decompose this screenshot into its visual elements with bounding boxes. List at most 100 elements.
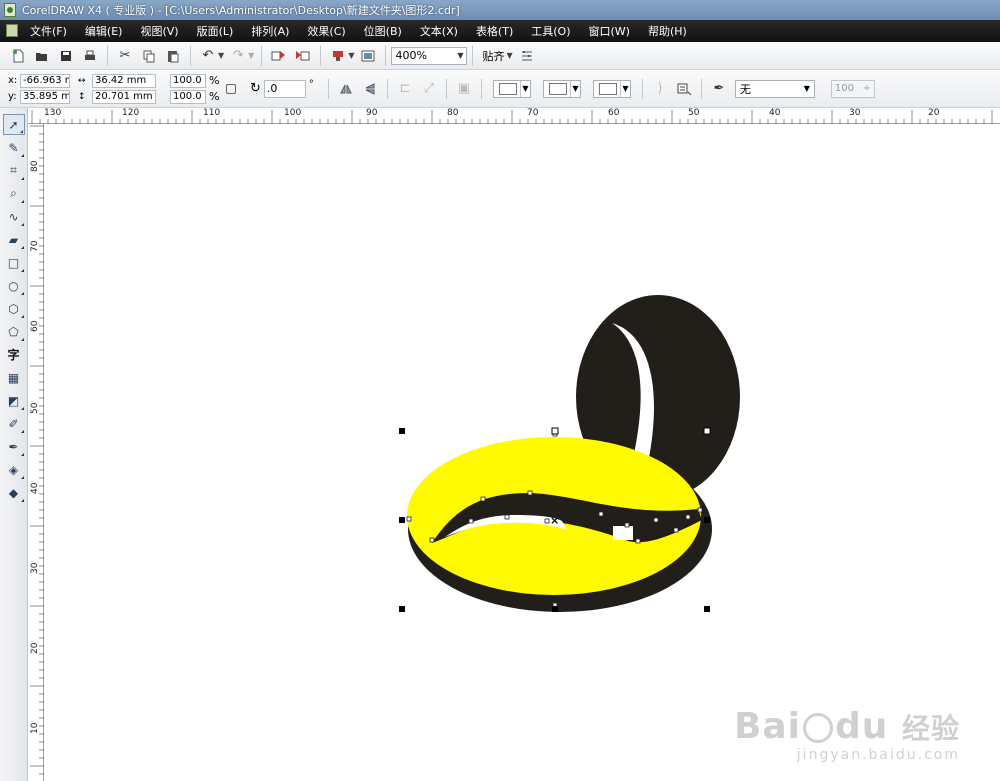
fill-tool-icon[interactable]: ◈ (3, 459, 25, 480)
groove-gap (613, 526, 633, 540)
scale-y-input[interactable]: 100.0 (170, 89, 206, 104)
separator (190, 45, 191, 66)
property-bar: x: -66.963 mm y: 35.895 mm ↔ 36.42 mm ↕ … (0, 70, 1000, 108)
x-position-input[interactable]: -66.963 mm (20, 73, 70, 88)
zoom-level-value: 400% (395, 49, 427, 62)
lock-ratio-icon[interactable] (226, 83, 236, 94)
pick-tool-icon[interactable]: ➚ (2, 114, 25, 135)
print-icon[interactable] (79, 45, 101, 67)
import-icon[interactable] (268, 45, 290, 67)
undo-dropdown-icon[interactable]: ▼ (218, 51, 224, 60)
chevron-down-icon: ▼ (803, 84, 810, 93)
options-icon[interactable] (516, 45, 538, 67)
ruler-v-label: 10 (30, 722, 40, 734)
menu-arrange[interactable]: 排列(A) (251, 23, 289, 39)
rotation-input[interactable]: .0 (263, 79, 306, 98)
height-icon: ↕ (78, 91, 86, 102)
y-position-input[interactable]: 35.895 mm (20, 89, 70, 104)
ruler-v-label: 80 (30, 160, 40, 172)
table-tool-icon[interactable]: ▦ (3, 367, 25, 388)
eyedropper-tool-icon[interactable]: ✐ (3, 413, 25, 434)
ruler-h-label: 30 (849, 108, 861, 118)
ruler-v-label: 50 (30, 402, 40, 414)
menu-tools[interactable]: 工具(O) (531, 23, 570, 39)
open-folder-icon[interactable] (31, 45, 53, 67)
width-input[interactable]: 36.42 mm (92, 73, 156, 88)
horizontal-ruler[interactable]: 130 120 110 100 90 80 70 60 50 40 30 20 (28, 108, 1000, 124)
trim-combo[interactable]: ▼ (542, 79, 581, 98)
scale-fields: 100.0 % 100.0 % (170, 73, 220, 104)
save-icon[interactable] (55, 45, 77, 67)
text-tool-icon[interactable]: 字 (3, 344, 25, 365)
zoom-level-combo[interactable]: 400% ▼ (391, 46, 468, 65)
wrap-text-icon[interactable]: ) (649, 78, 671, 100)
paste-icon[interactable] (162, 45, 184, 67)
shape-tool-icon[interactable]: ✎ (3, 137, 25, 158)
height-input[interactable]: 20.701 mm (92, 89, 156, 104)
interactive-fill-tool-icon[interactable]: ◆ (3, 482, 25, 503)
welcome-screen-icon[interactable] (357, 45, 379, 67)
text-wrap-icon[interactable] (673, 78, 695, 100)
undo-icon[interactable]: ↶ (197, 45, 219, 67)
cut-icon[interactable]: ✂ (114, 45, 136, 67)
menu-help[interactable]: 帮助(H) (648, 23, 687, 39)
separator (700, 78, 702, 99)
mirror-vertical-icon[interactable] (359, 78, 381, 100)
menu-bitmaps[interactable]: 位图(B) (364, 23, 402, 39)
crop-tool-icon[interactable]: ⌗ (3, 160, 25, 181)
vertical-ruler[interactable]: 80 70 60 50 40 30 20 10 (28, 124, 44, 781)
ruler-h-label: 60 (608, 108, 620, 118)
break-apart-icon[interactable]: ⊏ (394, 78, 416, 100)
group-icon[interactable]: ▣ (453, 78, 475, 100)
snap-dropdown-icon[interactable]: ▼ (506, 51, 512, 60)
snap-to-label[interactable]: 贴齐 (482, 48, 504, 64)
drawing-canvas[interactable]: × Bai du 经验 jingyan.baidu.com (45, 125, 1000, 781)
ruler-h-label: 90 (366, 108, 378, 118)
position-fields: x: -66.963 mm y: 35.895 mm (8, 73, 70, 104)
smart-fill-tool-icon[interactable]: ▰ (3, 229, 25, 250)
basic-shapes-tool-icon[interactable]: ⬠ (3, 321, 25, 342)
ellipse-tool-icon[interactable]: ○ (3, 275, 25, 296)
zoom-tool-icon[interactable]: ⌕ (3, 183, 25, 204)
percent-label: % (209, 74, 220, 87)
separator (480, 78, 482, 99)
outline-width-combo[interactable]: 无 ▼ (734, 79, 815, 98)
document-icon[interactable] (6, 24, 18, 37)
ruler-h-label: 40 (769, 108, 781, 118)
ruler-h-label: 20 (928, 108, 940, 118)
copy-icon[interactable] (138, 45, 160, 67)
launcher-dropdown-icon[interactable]: ▼ (348, 51, 354, 60)
menu-table[interactable]: 表格(T) (476, 23, 513, 39)
rectangle-tool-icon[interactable]: □ (3, 252, 25, 273)
redo-icon[interactable]: ↷ (227, 45, 249, 67)
separator (385, 45, 387, 66)
new-document-icon[interactable] (7, 45, 29, 67)
application-launcher-icon[interactable] (327, 45, 349, 67)
menu-effects[interactable]: 效果(C) (307, 23, 345, 39)
freehand-tool-icon[interactable]: ∿ (3, 206, 25, 227)
ruler-h-label: 50 (688, 108, 700, 118)
ruler-h-label: 110 (203, 108, 221, 118)
separator (327, 78, 329, 99)
menu-file[interactable]: 文件(F) (30, 23, 67, 39)
interactive-blend-tool-icon[interactable]: ◩ (3, 390, 25, 411)
scale-x-input[interactable]: 100.0 (170, 73, 206, 88)
menu-edit[interactable]: 编辑(E) (85, 23, 123, 39)
baidu-watermark: Bai du 经验 jingyan.baidu.com (734, 706, 960, 763)
redo-dropdown-icon[interactable]: ▼ (248, 51, 254, 60)
intersect-combo[interactable]: ▼ (592, 79, 631, 98)
toolbox: ➚ ✎ ⌗ ⌕ ∿ ▰ □ ○ ⬡ ⬠ 字 ▦ ◩ ✐ ✒ ◈ ◆ (0, 108, 28, 781)
menu-view[interactable]: 视图(V) (140, 23, 178, 39)
weld-combo[interactable]: ▼ (492, 79, 531, 98)
degree-label: ° (308, 79, 314, 90)
polygon-tool-icon[interactable]: ⬡ (3, 298, 25, 319)
percent-label: % (209, 90, 220, 103)
outline-tool-icon[interactable]: ✒ (3, 436, 25, 457)
mirror-horizontal-icon[interactable] (335, 78, 357, 100)
convert-curves-icon[interactable]: ⤢ (418, 78, 440, 100)
menu-layout[interactable]: 版面(L) (197, 23, 234, 39)
opacity-field[interactable]: 100 ÷ (830, 79, 875, 98)
menu-text[interactable]: 文本(X) (420, 23, 458, 39)
export-icon[interactable] (292, 45, 314, 67)
menu-window[interactable]: 窗口(W) (589, 23, 630, 39)
